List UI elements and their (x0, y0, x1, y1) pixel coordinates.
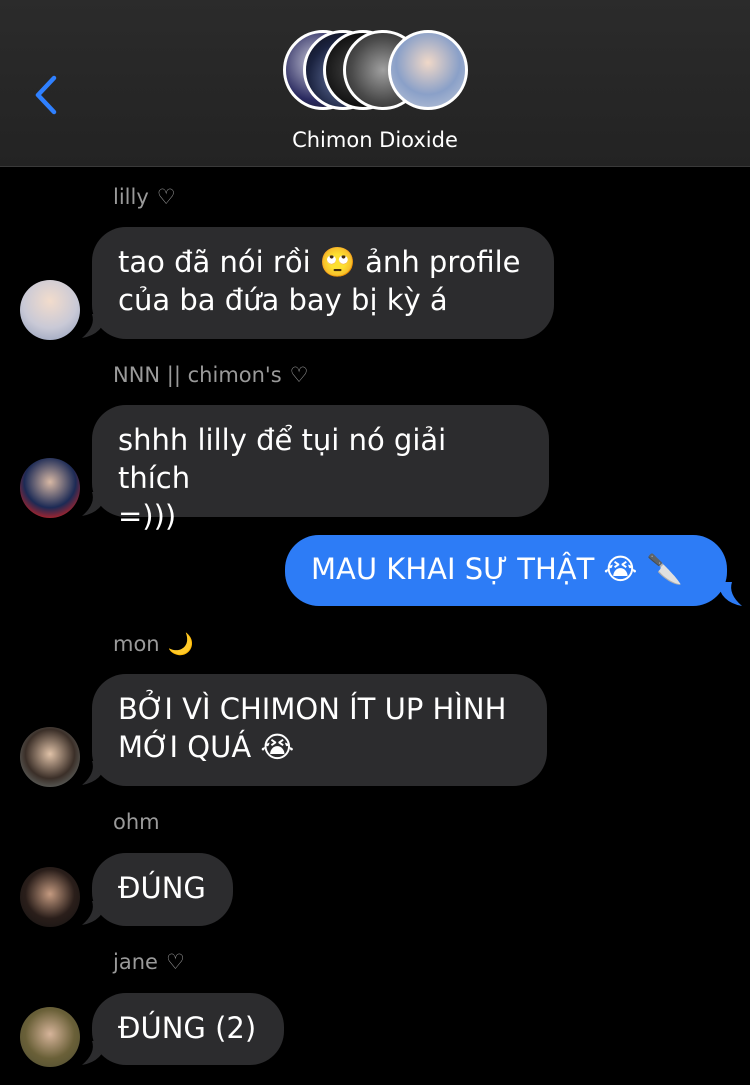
avatar[interactable] (20, 727, 80, 787)
sender-name: mon 🌙 (113, 632, 194, 656)
message-line: ĐÚNG (2) (118, 1011, 257, 1045)
back-chevron-icon[interactable] (32, 74, 62, 116)
message-bubble[interactable]: tao đã nói rồi 🙄 ảnh profile của ba đứa … (92, 227, 554, 339)
group-avatar-stack[interactable] (283, 30, 473, 116)
avatar[interactable] (20, 1007, 80, 1067)
message-line: tao đã nói rồi 🙄 ảnh profile (118, 245, 521, 279)
avatar[interactable] (20, 458, 80, 518)
conversation-title[interactable]: Chimon Dioxide (0, 128, 750, 152)
avatar[interactable] (20, 280, 80, 340)
message-bubble[interactable]: BỞI VÌ CHIMON ÍT UP HÌNH MỚI QUÁ 😭 (92, 674, 547, 786)
sender-name: NNN || chimon's ♡ (113, 363, 309, 387)
sender-name: jane ♡ (113, 950, 185, 974)
message-bubble[interactable]: ĐÚNG (2) (92, 993, 284, 1065)
sender-name: lilly ♡ (113, 185, 176, 209)
message-line: =))) (118, 499, 177, 533)
sender-name: ohm (113, 810, 160, 834)
conversation-header: Chimon Dioxide (0, 0, 750, 167)
message-line: shhh lilly để tụi nó giải thích (118, 423, 447, 495)
avatar[interactable] (20, 867, 80, 927)
bubble-tail (718, 582, 742, 606)
message-line: MỚI QUÁ 😭 (118, 730, 295, 764)
group-member-avatar (388, 30, 468, 110)
message-bubble[interactable]: ĐÚNG (92, 853, 233, 926)
message-bubble[interactable]: shhh lilly để tụi nó giải thích =))) (92, 405, 549, 533)
message-bubble-sent[interactable]: MAU KHAI SỰ THẬT 😭 🔪 (285, 535, 727, 606)
message-line: MAU KHAI SỰ THẬT 😭 🔪 (311, 552, 683, 586)
message-line: của ba đứa bay bị kỳ á (118, 283, 448, 317)
message-line: BỞI VÌ CHIMON ÍT UP HÌNH (118, 692, 507, 726)
message-line: ĐÚNG (118, 871, 206, 905)
